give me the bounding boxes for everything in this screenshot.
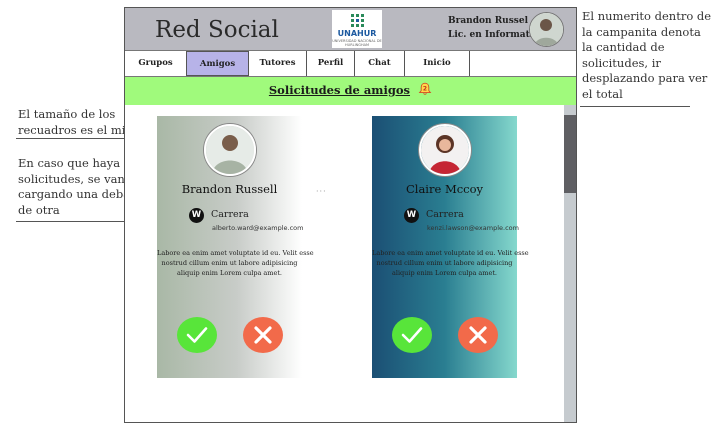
career-icon: W	[404, 208, 419, 223]
friend-request-card: Claire Mccoy W Carrera kenzi.lawson@exam…	[372, 116, 529, 378]
request-description: Labore ea enim amet voluptate id eu. Vel…	[372, 249, 529, 277]
request-career: Carrera	[426, 209, 464, 220]
request-name: Claire Mccoy	[405, 182, 484, 196]
main-nav: Grupos Amigos Tutores Perfil Chat Inicio	[125, 51, 576, 77]
request-email: kenzi.lawson@example.com	[427, 224, 519, 232]
tab-amigos[interactable]: Amigos	[186, 51, 249, 76]
note-loading-underline	[16, 221, 124, 222]
request-name: Brandon Russell	[181, 182, 278, 196]
bell-icon[interactable]: 2	[418, 81, 432, 95]
friend-requests-banner: Solicitudes de amigos 2	[125, 77, 576, 105]
reject-button[interactable]	[458, 317, 498, 353]
header: Red Social UNAHUR UNIVERSIDAD NACIONAL D…	[125, 8, 576, 51]
notification-count: 2	[423, 85, 427, 92]
tab-perfil[interactable]: Perfil	[307, 51, 355, 76]
app-title: Red Social	[155, 17, 279, 43]
note-bell-underline	[580, 106, 690, 107]
friend-requests-title[interactable]: Solicitudes de amigos	[269, 83, 410, 97]
university-logo: UNAHUR UNIVERSIDAD NACIONAL DE HURLINGHA…	[332, 10, 382, 48]
close-icon	[469, 326, 487, 344]
app-window: Red Social UNAHUR UNIVERSIDAD NACIONAL D…	[124, 7, 577, 423]
check-icon	[186, 327, 208, 343]
accept-button[interactable]	[177, 317, 217, 353]
tab-inicio[interactable]: Inicio	[405, 51, 470, 76]
request-career: Carrera	[211, 209, 249, 220]
logo-text: UNAHUR	[337, 29, 377, 38]
user-avatar[interactable]	[529, 12, 564, 47]
accept-button[interactable]	[392, 317, 432, 353]
scrollbar-thumb[interactable]	[564, 115, 576, 193]
user-name: Brandon Russel	[448, 16, 528, 26]
request-description: Labore ea enim amet voluptate id eu. Vel…	[157, 249, 314, 277]
divider-dots: ···	[316, 187, 327, 196]
note-card-size-underline	[16, 138, 124, 139]
tab-grupos[interactable]: Grupos	[125, 51, 187, 76]
requests-list: Brandon Russell W Carrera alberto.ward@e…	[125, 105, 565, 422]
tab-chat[interactable]: Chat	[355, 51, 405, 76]
check-icon	[401, 327, 423, 343]
career-icon: W	[189, 208, 204, 223]
close-icon	[254, 326, 272, 344]
request-email: alberto.ward@example.com	[212, 224, 304, 232]
tab-tutores[interactable]: Tutores	[249, 51, 307, 76]
friend-request-card: Brandon Russell W Carrera alberto.ward@e…	[157, 116, 314, 378]
logo-subtext: UNIVERSIDAD NACIONAL DE HURLINGHAM	[332, 39, 382, 47]
request-avatar	[419, 124, 471, 176]
scrollbar[interactable]	[564, 105, 576, 422]
reject-button[interactable]	[243, 317, 283, 353]
logo-mark-icon	[351, 14, 364, 27]
note-bell: El numerito dentro de la campanita denot…	[582, 9, 712, 101]
request-avatar	[204, 124, 256, 176]
